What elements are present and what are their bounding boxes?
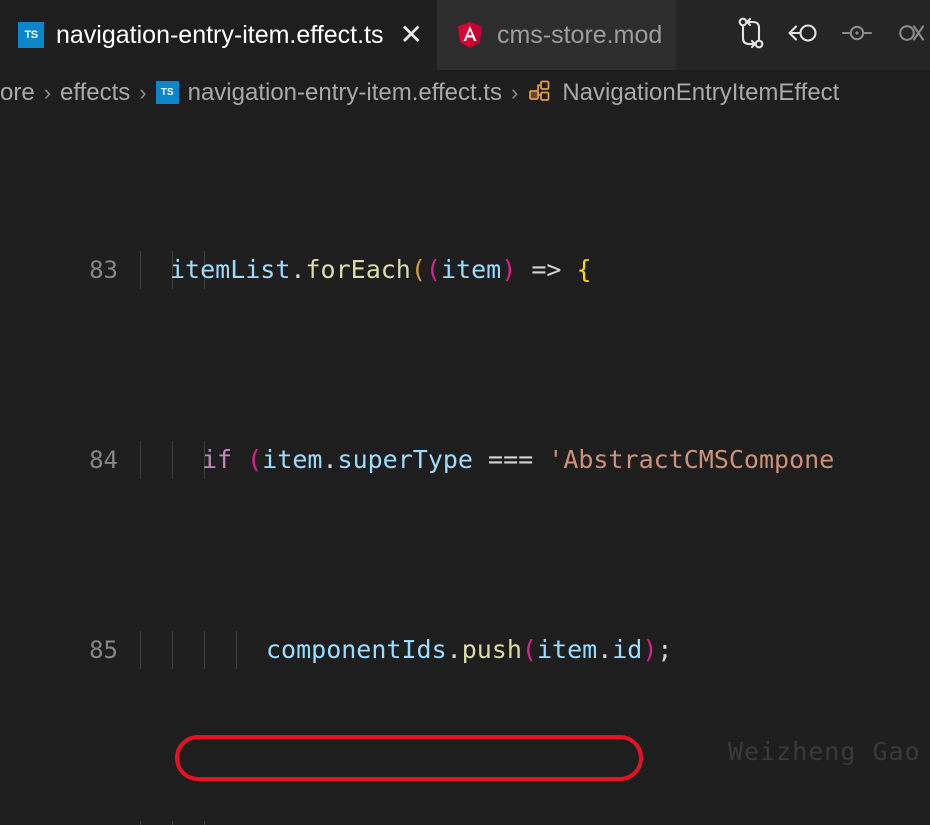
indent-guide xyxy=(140,631,141,669)
breadcrumb-separator-icon: › xyxy=(139,79,147,105)
editor-actions xyxy=(718,0,930,70)
breadcrumb-separator-icon: › xyxy=(43,79,52,105)
indent-guide xyxy=(204,821,205,825)
typescript-file-icon: TS xyxy=(155,81,179,104)
code-text: if (item.superType === 'AbstractCMSCompo… xyxy=(202,445,835,474)
circle-x-icon[interactable] xyxy=(894,18,925,52)
class-symbol-icon xyxy=(527,78,553,108)
breadcrumb-item-folder-core[interactable]: ore xyxy=(0,79,35,107)
code-text: componentIds.push(item.id); xyxy=(266,635,673,664)
tab-label: navigation-entry-item.effect.ts xyxy=(56,20,384,49)
indent-guide xyxy=(172,821,173,825)
indent-guide xyxy=(140,251,141,289)
breadcrumb-separator-icon: › xyxy=(510,79,519,105)
line-number: 85 xyxy=(89,636,118,664)
typescript-file-icon: TS xyxy=(18,22,44,48)
indent-guide xyxy=(236,631,237,669)
code-line-84: 84 if (item.superType === 'AbstractCMSCo… xyxy=(0,441,930,479)
line-number: 84 xyxy=(89,446,118,474)
step-back-icon[interactable] xyxy=(786,18,820,52)
line-number: 83 xyxy=(89,256,118,284)
close-icon[interactable]: ✕ xyxy=(399,21,422,49)
breadcrumb-item-class[interactable]: NavigationEntryItemEffect xyxy=(562,79,839,107)
code-text: } else if (item.superType === 'AbstractP… xyxy=(234,821,866,825)
indent-guide xyxy=(204,631,205,669)
tab-label: cms-store.mod xyxy=(496,20,663,49)
indent-guide xyxy=(140,821,141,825)
tab-cms-store-module[interactable]: cms-store.mod xyxy=(436,0,677,70)
indent-guide xyxy=(172,441,173,479)
breadcrumb-item-file[interactable]: navigation-entry-item.effect.ts xyxy=(188,79,502,107)
angular-file-icon xyxy=(455,20,485,50)
editor-tab-bar: TS navigation-entry-item.effect.ts ✕ cms… xyxy=(0,0,930,70)
indent-guide xyxy=(140,441,141,479)
code-content: 83 itemList.forEach((item) => { 84 if (i… xyxy=(0,115,930,825)
line-number: 86 xyxy=(0,821,118,825)
code-text: itemList.forEach((item) => { xyxy=(170,255,592,284)
code-editor[interactable]: 83 itemList.forEach((item) => { 84 if (i… xyxy=(0,115,930,825)
breadcrumb-item-folder-effects[interactable]: effects xyxy=(60,79,130,107)
code-line-85: 85 componentIds.push(item.id); xyxy=(0,631,930,669)
source-control-branch-icon[interactable] xyxy=(736,16,766,54)
circle-dash-icon[interactable] xyxy=(840,18,874,52)
indent-guide xyxy=(172,631,173,669)
breadcrumb: ore › effects › TS navigation-entry-item… xyxy=(0,70,930,115)
tab-navigation-entry-item-effect[interactable]: TS navigation-entry-item.effect.ts ✕ xyxy=(0,0,437,70)
code-line-86: 86 } else if (item.superType === 'Abstra… xyxy=(0,821,930,825)
code-line-83: 83 itemList.forEach((item) => { xyxy=(0,251,930,289)
author-watermark: Weizheng Gao xyxy=(728,737,921,766)
